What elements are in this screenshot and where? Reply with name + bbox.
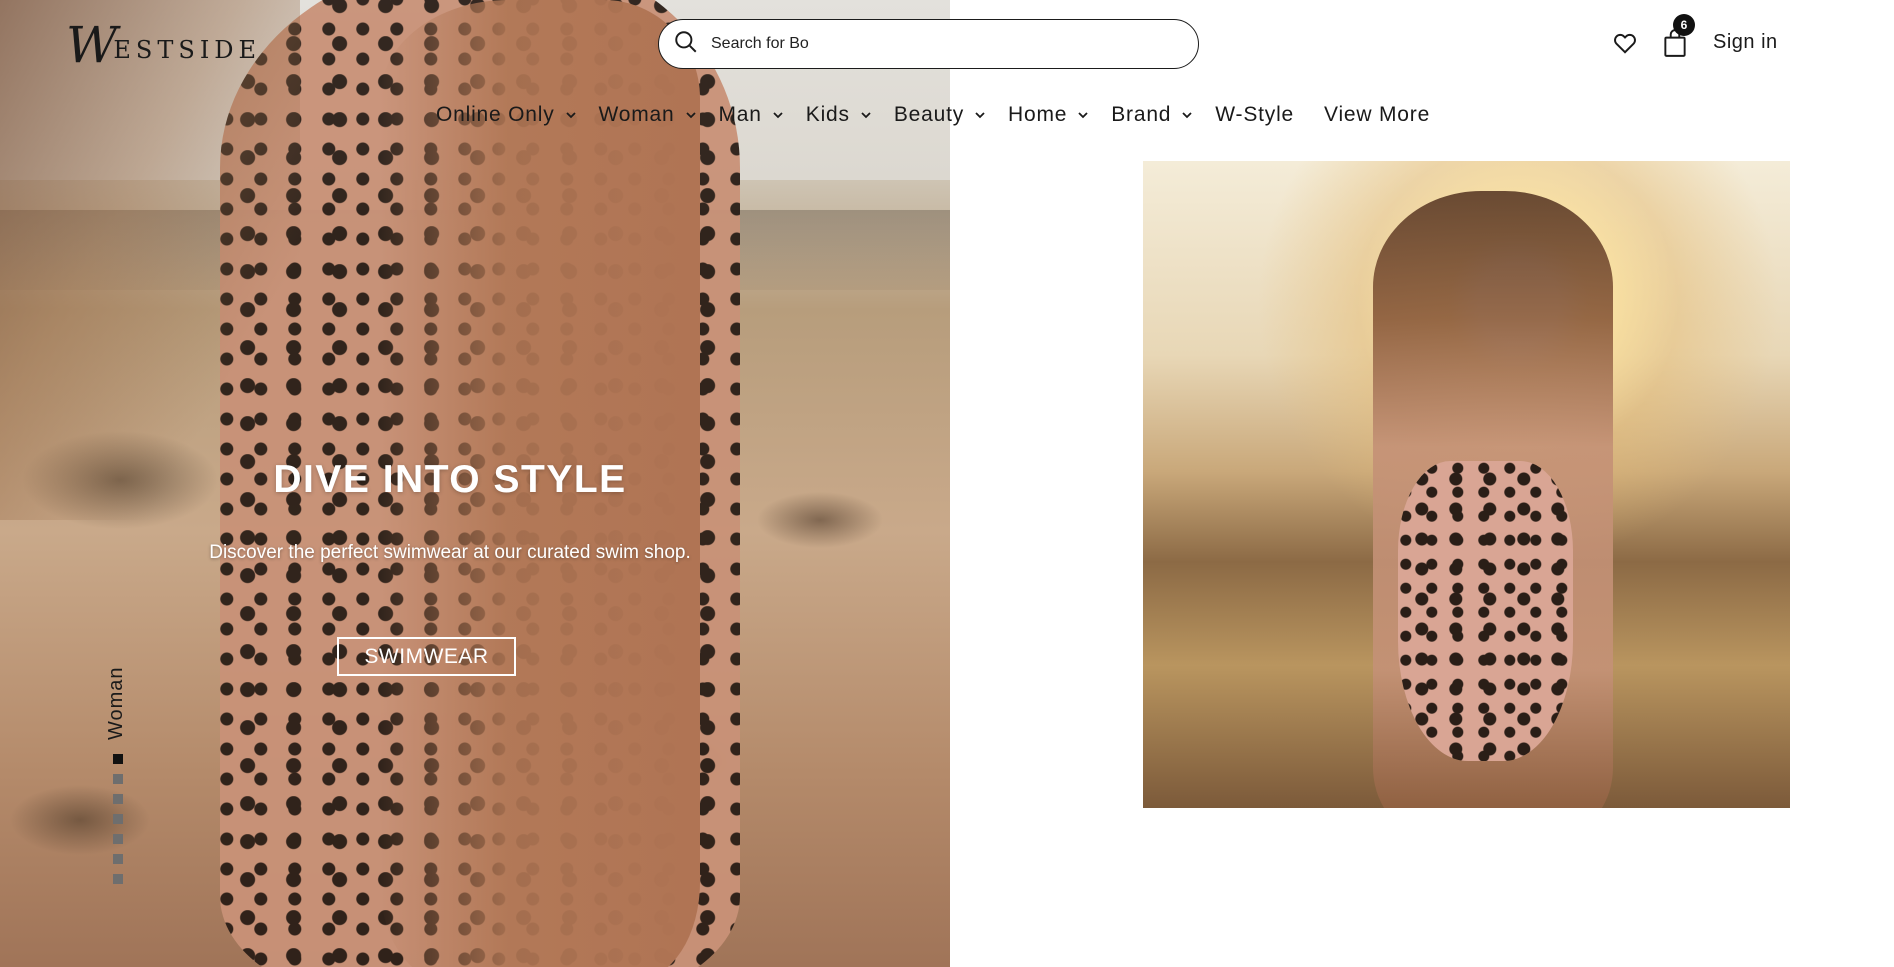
chevron-down-icon	[773, 112, 783, 119]
chevron-down-icon	[685, 112, 696, 119]
nav-item-label: Kids	[805, 103, 850, 126]
slide-dot[interactable]	[113, 834, 123, 844]
slide-dot[interactable]	[113, 874, 123, 884]
nav-item-label: W-Style	[1215, 103, 1295, 126]
logo-initial: W	[66, 16, 118, 74]
cart-count-badge: 6	[1673, 14, 1695, 36]
nav-item-label: Online Only	[436, 103, 555, 126]
nav-item-view-more[interactable]: View More	[1324, 103, 1430, 127]
westside-logo[interactable]: W ESTSIDE	[66, 20, 261, 70]
nav-item-man[interactable]: Man	[719, 103, 784, 127]
slide-dot[interactable]	[113, 814, 123, 824]
chevron-down-icon	[975, 112, 985, 119]
main-nav: Online Only Woman Man Kids Beauty Home B…	[436, 100, 1460, 130]
nav-item-online-only[interactable]: Online Only	[436, 103, 577, 127]
hero-title: DIVE INTO STYLE	[273, 458, 627, 501]
nav-item-beauty[interactable]: Beauty	[894, 103, 986, 127]
slide-dots	[113, 754, 123, 894]
nav-item-kids[interactable]: Kids	[806, 103, 872, 127]
slide-dot[interactable]	[113, 774, 123, 784]
nav-item-w-style[interactable]: W-Style	[1215, 103, 1294, 127]
nav-item-label: Home	[1008, 103, 1068, 126]
nav-item-label: View More	[1324, 103, 1431, 126]
chevron-down-icon	[1078, 112, 1088, 119]
chevron-down-icon	[861, 112, 871, 119]
nav-item-label: Brand	[1111, 103, 1172, 126]
swimwear-button[interactable]: SWIMWEAR	[337, 637, 516, 676]
search-input[interactable]	[711, 35, 1151, 53]
search-icon[interactable]	[673, 29, 699, 60]
slide-dot[interactable]	[113, 794, 123, 804]
hero-model-hair	[0, 0, 300, 520]
sign-in-link[interactable]: Sign in	[1713, 31, 1778, 54]
page: W ESTSIDE 6 Sign in Online Only Woman Ma…	[0, 0, 1894, 967]
search-bar[interactable]	[658, 19, 1199, 69]
nav-item-label: Beauty	[893, 103, 965, 126]
slide-dot-active[interactable]	[113, 754, 123, 764]
nav-item-brand[interactable]: Brand	[1111, 103, 1193, 127]
nav-item-label: Woman	[598, 103, 675, 126]
heart-icon[interactable]	[1612, 30, 1638, 56]
slide-dot[interactable]	[113, 854, 123, 864]
logo-wordmark: ESTSIDE	[113, 36, 262, 64]
hero-subtitle: Discover the perfect swimwear at our cur…	[209, 542, 691, 563]
chevron-down-icon	[1182, 112, 1192, 119]
nav-item-home[interactable]: Home	[1008, 103, 1089, 127]
chevron-down-icon	[565, 112, 576, 119]
hero-right-swimsuit	[1398, 461, 1573, 761]
slide-category-label: Woman	[105, 666, 127, 740]
hero-right-image[interactable]	[1143, 161, 1790, 808]
nav-item-label: Man	[718, 103, 762, 126]
nav-item-woman[interactable]: Woman	[599, 103, 697, 127]
